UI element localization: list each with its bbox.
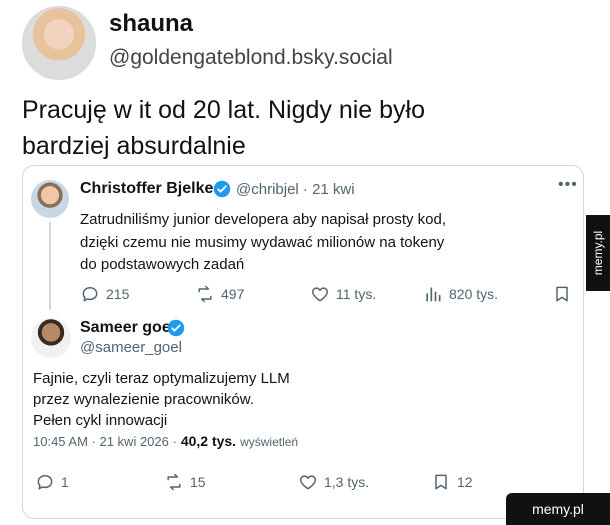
reply-icon: [82, 287, 98, 302]
thread-connector-line: [49, 222, 51, 310]
heart-icon: [311, 287, 329, 302]
retweet-icon: [167, 473, 181, 491]
quoted-tweet-text: Zatrudniliśmy junior developera aby napi…: [80, 211, 447, 273]
bookmark-count: 12: [457, 474, 473, 490]
reply-count: 1: [61, 474, 69, 490]
side-watermark: memy.pl: [586, 215, 610, 291]
more-options-icon[interactable]: •••: [558, 176, 578, 194]
bookmark-icon: [556, 286, 568, 302]
author-avatar[interactable]: [22, 6, 96, 80]
reply-author-handle[interactable]: @sameer_goel: [80, 339, 182, 356]
verified-badge-icon: [167, 319, 185, 337]
retweet-icon: [198, 285, 212, 303]
heart-icon: [299, 475, 317, 490]
author-handle[interactable]: @goldengateblond.bsky.social: [109, 46, 393, 70]
reply-meta: 10:45 AM · 21 kwi 2026 · 40,2 tys. wyświ…: [33, 433, 298, 449]
retweet-action[interactable]: 497: [195, 284, 244, 304]
views-count: 820 tys.: [449, 286, 499, 302]
quoted-author-handle-date[interactable]: @chribjel · 21 kwi: [236, 181, 355, 198]
retweet-count: 15: [190, 474, 206, 490]
like-count: 11 tys.: [336, 286, 377, 302]
bookmark-icon: [435, 474, 447, 490]
reply-icon: [37, 475, 53, 490]
reply-timestamp[interactable]: 10:45 AM · 21 kwi 2026 ·: [33, 434, 177, 449]
views-action[interactable]: 820 tys.: [423, 284, 498, 304]
author-name[interactable]: shauna: [109, 10, 193, 38]
reply-author-name[interactable]: Sameer goel: [80, 319, 175, 337]
bookmark-action[interactable]: [552, 284, 572, 304]
retweet-count: 497: [221, 286, 245, 302]
quoted-author-avatar[interactable]: [31, 180, 69, 218]
reply-author-avatar[interactable]: [31, 318, 71, 358]
side-watermark-text: memy.pl: [591, 230, 606, 276]
verified-badge-icon: [213, 180, 231, 198]
bookmark-action[interactable]: 12: [431, 472, 473, 492]
retweet-action[interactable]: 15: [164, 472, 206, 492]
like-action[interactable]: 1,3 tys.: [298, 472, 369, 492]
views-chart-icon: [426, 287, 441, 302]
like-action[interactable]: 11 tys.: [310, 284, 376, 304]
bottom-watermark: memy.pl: [506, 493, 610, 525]
reply-views-label: wyświetleń: [240, 435, 299, 449]
reply-count: 215: [106, 286, 130, 302]
quoted-author-name[interactable]: Christoffer Bjelke: [80, 180, 213, 198]
reply-action[interactable]: 215: [80, 284, 129, 304]
reply-views-count: 40,2 tys.: [180, 433, 237, 449]
reply-action[interactable]: 1: [35, 472, 69, 492]
like-count: 1,3 tys.: [324, 474, 370, 490]
reply-tweet-text: Fajnie, czyli teraz optymalizujemy LLM p…: [33, 370, 290, 429]
post-text: Pracuję w it od 20 lat. Nigdy nie było b…: [22, 96, 425, 160]
